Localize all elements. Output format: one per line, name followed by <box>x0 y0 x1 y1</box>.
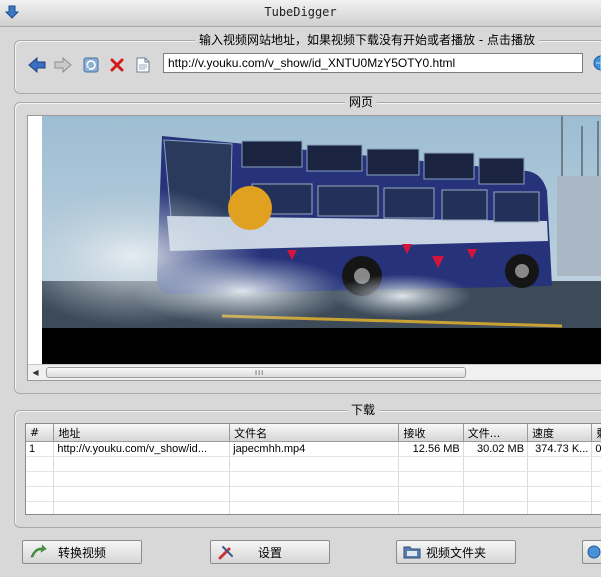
cell-remaining: 00:00:4 <box>591 441 601 457</box>
forward-button[interactable] <box>53 55 73 75</box>
refresh-button[interactable] <box>81 55 101 75</box>
url-hint-label: 输入视频网站地址，如果视频下载没有开始或者播放 - 点击播放 <box>195 33 539 47</box>
refresh-icon <box>83 57 99 73</box>
col-header-address[interactable]: 地址 <box>53 424 231 442</box>
table-row[interactable]: 1 http://v.youku.com/v_show/id... japecm… <box>26 441 601 457</box>
url-input[interactable] <box>163 53 583 73</box>
table-row-empty <box>26 471 601 487</box>
convert-arrow-icon <box>30 544 47 558</box>
settings-button[interactable]: 设置 <box>210 540 330 564</box>
cell-filename: japecmhh.mp4 <box>229 441 400 457</box>
header-row: # 地址 文件名 接收 文件... 速度 剩下 <box>26 424 601 442</box>
window-title: TubeDigger <box>264 5 337 19</box>
table-row-empty <box>26 501 601 514</box>
url-group: 输入视频网站地址，如果视频下载没有开始或者播放 - 点击播放 <box>14 33 601 94</box>
back-button[interactable] <box>27 55 47 75</box>
col-header-remaining[interactable]: 剩下 <box>591 424 601 442</box>
scroll-thumb[interactable]: III <box>46 367 466 378</box>
title-bar: TubeDigger <box>0 0 601 27</box>
tools-icon <box>218 546 233 560</box>
scroll-grip: III <box>255 369 265 377</box>
back-arrow-icon <box>28 57 46 73</box>
help-button[interactable] <box>582 540 601 564</box>
forward-arrow-icon <box>54 57 72 73</box>
col-header-speed[interactable]: 速度 <box>527 424 593 442</box>
download-list[interactable]: # 地址 文件名 接收 文件... 速度 剩下 1 http://v.youku… <box>25 423 601 515</box>
cell-received: 12.56 MB <box>398 441 464 457</box>
col-header-filename[interactable]: 文件名 <box>229 424 400 442</box>
download-label: 下载 <box>347 403 380 417</box>
browser-pane[interactable]: ◀ III <box>27 115 601 381</box>
col-header-received[interactable]: 接收 <box>398 424 464 442</box>
webpage-label: 网页 <box>345 95 378 109</box>
scroll-left-icon[interactable]: ◀ <box>30 367 41 378</box>
convert-video-button[interactable]: 转换视频 <box>22 540 142 564</box>
convert-video-label: 转换视频 <box>57 545 106 560</box>
horizontal-scrollbar[interactable]: ◀ III <box>28 364 601 380</box>
page-icon <box>136 57 150 73</box>
globe-icon <box>587 545 601 559</box>
play-globe-icon[interactable] <box>593 55 601 71</box>
video-folder-button[interactable]: 视频文件夹 <box>396 540 516 564</box>
col-header-number[interactable]: # <box>26 424 55 442</box>
cell-address: http://v.youku.com/v_show/id... <box>53 441 231 457</box>
download-group: 下载 # 地址 文件名 接收 文件... 速度 剩下 1 <box>14 403 601 528</box>
col-header-filesize[interactable]: 文件... <box>463 424 529 442</box>
cell-speed: 374.73 K... <box>527 441 593 457</box>
table-row-empty <box>26 486 601 502</box>
page-button[interactable] <box>133 55 153 75</box>
settings-label: 设置 <box>257 545 282 560</box>
table-row-empty <box>26 456 601 472</box>
cell-filesize: 30.02 MB <box>463 441 529 457</box>
webpage-group: 网页 ◀ III <box>14 95 601 394</box>
video-folder-label: 视频文件夹 <box>425 545 486 560</box>
folder-icon <box>403 546 421 559</box>
stop-icon <box>110 58 124 72</box>
bus-video-frame <box>42 116 601 364</box>
stop-button[interactable] <box>107 55 127 75</box>
video-player[interactable] <box>42 116 601 364</box>
cell-number: 1 <box>26 441 55 457</box>
